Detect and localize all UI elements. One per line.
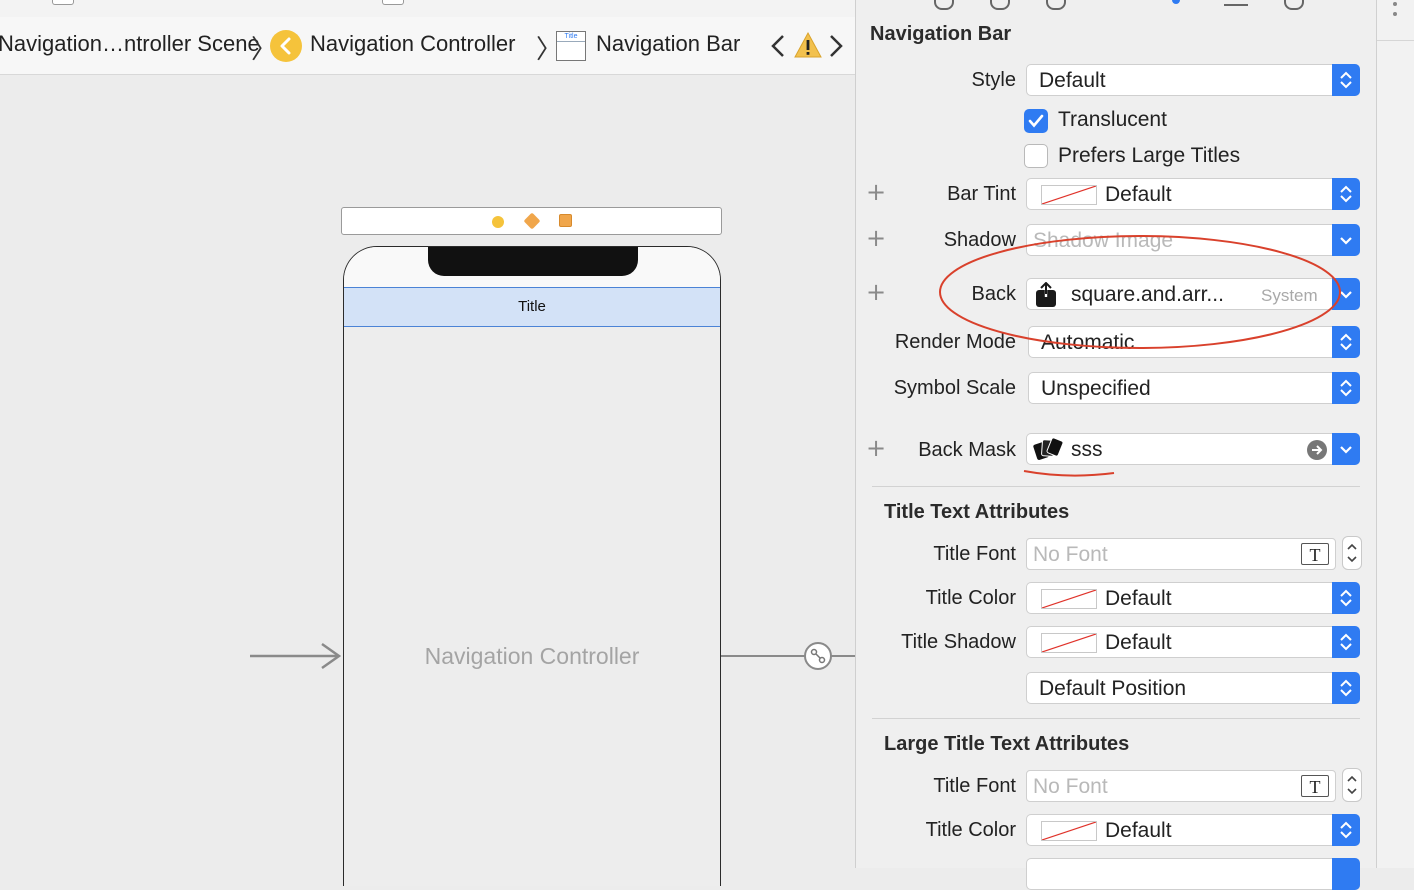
more-options-icon[interactable]	[1393, 2, 1397, 6]
annotation-underline	[1023, 470, 1115, 477]
translucent-label: Translucent	[1058, 108, 1167, 131]
title-font-size-stepper[interactable]	[1342, 536, 1362, 570]
breadcrumb-controller[interactable]: Navigation Controller	[310, 31, 515, 57]
style-popup[interactable]: Default	[1026, 64, 1360, 96]
font-picker-icon[interactable]: T	[1301, 543, 1329, 565]
symbol-scale-popup[interactable]: Unspecified	[1028, 372, 1360, 404]
next-issue-icon[interactable]	[826, 31, 846, 67]
navigation-bar-icon: Title	[556, 31, 586, 61]
controller-placeholder-label: Navigation Controller	[424, 643, 640, 669]
section-navigation-bar: Navigation Bar	[870, 23, 1012, 45]
bar-tint-value: Default	[1105, 183, 1172, 206]
history-inspector-icon[interactable]	[990, 0, 1010, 10]
navigation-bar[interactable]: Title	[344, 287, 720, 327]
size-inspector-icon[interactable]	[1224, 0, 1248, 6]
title-color-popup[interactable]: Default	[1026, 582, 1360, 614]
title-font-placeholder: No Font	[1033, 543, 1108, 566]
controller-object-icon[interactable]	[559, 214, 572, 227]
large-title-color-value: Default	[1105, 819, 1172, 842]
section-separator	[872, 486, 1360, 487]
shadow-position-value: Default Position	[1039, 677, 1187, 700]
style-value: Default	[1039, 69, 1106, 92]
strip-separator	[1377, 40, 1414, 41]
symbol-scale-value: Unspecified	[1041, 377, 1151, 400]
no-color-swatch-icon	[1041, 589, 1097, 609]
device-notch	[428, 247, 638, 276]
translucent-checkbox[interactable]	[1024, 109, 1048, 133]
nav-bar-icon-label: Title	[557, 32, 585, 42]
back-mask-combobox[interactable]: sss	[1026, 433, 1360, 465]
font-picker-icon[interactable]: T	[1301, 775, 1329, 797]
symbol-scale-label: Symbol Scale	[893, 377, 1016, 399]
popup-arrows-icon	[1332, 814, 1360, 846]
playing-cards-image-icon	[1033, 437, 1064, 467]
title-color-label: Title Color	[925, 587, 1016, 609]
strip-checkbox[interactable]	[382, 0, 404, 5]
checkmark-icon	[1028, 114, 1044, 128]
help-inspector-icon[interactable]	[1046, 0, 1066, 10]
navigation-controller-icon	[270, 30, 302, 62]
first-responder-icon[interactable]	[492, 216, 504, 228]
editor-top-strip	[0, 0, 855, 18]
large-title-color-label: Title Color	[925, 819, 1016, 841]
relationship-segue-icon[interactable]	[721, 641, 855, 671]
bar-tint-label: Bar Tint	[947, 183, 1016, 205]
large-title-font-label: Title Font	[933, 775, 1016, 797]
title-color-value: Default	[1105, 587, 1172, 610]
previous-issue-icon[interactable]	[768, 31, 788, 67]
inspector-toolbar	[856, 0, 1376, 10]
scene-dock[interactable]	[341, 207, 722, 235]
section-title-text-attributes: Title Text Attributes	[884, 501, 1070, 523]
title-shadow-value: Default	[1105, 631, 1172, 654]
popup-arrows-icon	[1332, 372, 1360, 404]
section-separator	[872, 718, 1360, 719]
navigation-bar-title: Title	[518, 298, 546, 315]
large-title-shadow-popup[interactable]	[1026, 858, 1360, 890]
large-title-color-popup[interactable]: Default	[1026, 814, 1360, 846]
initial-view-controller-arrow-icon[interactable]	[250, 641, 344, 671]
no-color-swatch-icon	[1041, 821, 1097, 841]
strip-checkbox[interactable]	[52, 0, 74, 5]
popup-arrows-icon	[1332, 64, 1360, 96]
storyboard-canvas[interactable]: Title Navigation Controller	[0, 75, 855, 886]
title-font-field[interactable]: No Font T	[1026, 538, 1336, 570]
dropdown-chevron-icon	[1332, 433, 1360, 465]
large-title-font-size-stepper[interactable]	[1342, 768, 1362, 802]
popup-arrows-icon	[1332, 582, 1360, 614]
annotation-ellipse	[939, 235, 1341, 349]
large-title-font-placeholder: No Font	[1033, 775, 1108, 798]
breadcrumb-scene[interactable]: Navigation…ntroller Scene	[0, 31, 260, 57]
no-color-swatch-icon	[1041, 633, 1097, 653]
breadcrumb-bar[interactable]: Navigation Bar	[596, 31, 740, 57]
back-mask-value: sss	[1071, 438, 1103, 461]
library-strip	[1376, 0, 1414, 868]
prefers-large-titles-label: Prefers Large Titles	[1058, 144, 1241, 167]
large-title-font-field[interactable]: No Font T	[1026, 770, 1336, 802]
file-inspector-icon[interactable]	[934, 0, 954, 10]
connections-inspector-icon[interactable]	[1284, 0, 1304, 10]
exit-icon[interactable]	[523, 212, 541, 230]
shadow-position-popup[interactable]: Default Position	[1026, 672, 1360, 704]
back-mask-label: Back Mask	[918, 439, 1016, 461]
title-font-label: Title Font	[933, 543, 1016, 565]
warning-icon[interactable]	[794, 31, 822, 65]
attributes-inspector: Navigation Bar Style Default Translucent…	[856, 0, 1376, 890]
popup-arrows-icon	[1332, 626, 1360, 658]
popup-arrows-icon	[1332, 178, 1360, 210]
title-shadow-label: Title Shadow	[901, 631, 1016, 653]
title-shadow-popup[interactable]: Default	[1026, 626, 1360, 658]
breadcrumb: Navigation…ntroller Scene 〉 Navigation C…	[0, 17, 855, 75]
section-large-title-text-attributes: Large Title Text Attributes	[884, 733, 1130, 755]
popup-arrows-icon	[1332, 672, 1360, 704]
popup-arrows-icon	[1332, 858, 1360, 890]
bar-tint-popup[interactable]: Default	[1026, 178, 1360, 210]
device-frame[interactable]: Title Navigation Controller	[343, 246, 721, 886]
prefers-large-titles-checkbox[interactable]	[1024, 144, 1048, 168]
no-color-swatch-icon	[1041, 185, 1097, 205]
go-to-asset-icon[interactable]	[1307, 440, 1327, 460]
more-options-icon-dot	[1393, 12, 1397, 16]
attributes-inspector-tab-icon[interactable]	[1172, 0, 1180, 4]
style-label: Style	[971, 69, 1016, 91]
